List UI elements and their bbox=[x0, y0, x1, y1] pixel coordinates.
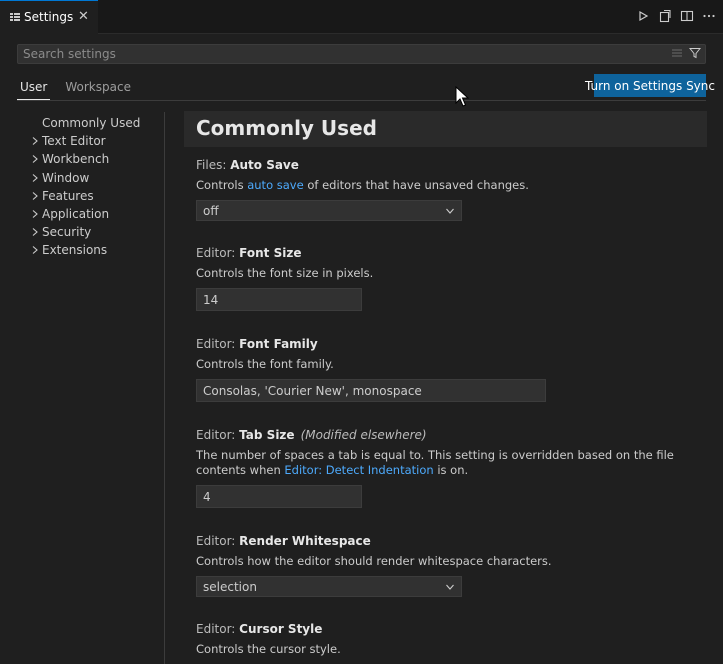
setting-category: Editor: bbox=[196, 428, 240, 442]
settings-tab[interactable]: Settings ✕ bbox=[0, 0, 98, 34]
more-actions-icon[interactable] bbox=[701, 8, 717, 24]
setting-editor-font-size: Editor: Font Size Controls the font size… bbox=[196, 246, 696, 311]
toc-item-features[interactable]: Features bbox=[28, 187, 158, 205]
section-header: Commonly Used bbox=[184, 111, 707, 147]
detect-indentation-link[interactable]: Editor: Detect Indentation bbox=[284, 463, 433, 477]
setting-files-auto-save: Files: Auto Save Controls auto save of e… bbox=[196, 158, 696, 221]
run-icon[interactable] bbox=[635, 8, 651, 24]
tab-workspace[interactable]: Workspace bbox=[62, 78, 134, 100]
select-value: selection bbox=[203, 580, 257, 594]
open-json-icon[interactable] bbox=[657, 8, 673, 24]
setting-description: Controls the cursor style. bbox=[196, 642, 341, 656]
settings-scope-tabs: User Workspace bbox=[17, 78, 134, 100]
toc-item-label: Commonly Used bbox=[42, 116, 141, 131]
editor-actions bbox=[635, 8, 717, 24]
clear-filter-icon[interactable] bbox=[671, 47, 683, 62]
split-editor-icon[interactable] bbox=[679, 8, 695, 24]
setting-editor-font-family: Editor: Font Family Controls the font fa… bbox=[196, 337, 696, 402]
render-whitespace-select[interactable]: selection bbox=[196, 576, 462, 597]
desc-text: of editors that have unsaved changes. bbox=[303, 178, 529, 192]
chevron-down-icon bbox=[446, 584, 454, 590]
settings-toc: Commonly Used Text Editor Workbench Wind… bbox=[28, 114, 158, 260]
setting-name: Font Family bbox=[239, 337, 318, 351]
setting-category: Editor: bbox=[196, 622, 240, 636]
setting-description: Controls auto save of editors that have … bbox=[196, 178, 696, 193]
toc-item-label: Workbench bbox=[42, 152, 110, 167]
setting-editor-tab-size: Editor: Tab Size (Modified elsewhere) The… bbox=[196, 428, 696, 508]
select-value: off bbox=[203, 204, 219, 218]
chevron-right-icon bbox=[32, 191, 38, 200]
setting-title: Editor: Font Size bbox=[196, 246, 696, 260]
setting-description: Controls the font size in pixels. bbox=[196, 266, 374, 280]
search-actions bbox=[671, 47, 702, 62]
chevron-right-icon bbox=[32, 246, 38, 255]
settings-file-icon bbox=[10, 12, 20, 22]
search-input[interactable] bbox=[23, 46, 663, 62]
section-title: Commonly Used bbox=[196, 116, 377, 140]
toc-item-extensions[interactable]: Extensions bbox=[28, 241, 158, 259]
setting-title: Editor: Font Family bbox=[196, 337, 696, 351]
chevron-right-icon bbox=[32, 155, 38, 164]
toc-item-workbench[interactable]: Workbench bbox=[28, 150, 158, 168]
setting-description: Controls the font family. bbox=[196, 357, 334, 371]
chevron-right-icon bbox=[32, 173, 38, 182]
desc-text: Controls bbox=[196, 178, 248, 192]
mouse-cursor-icon bbox=[455, 86, 469, 107]
chevron-right-icon bbox=[32, 137, 38, 146]
toc-item-label: Text Editor bbox=[42, 134, 106, 149]
chevron-down-icon bbox=[446, 208, 454, 214]
setting-title: Files: Auto Save bbox=[196, 158, 696, 172]
tab-user[interactable]: User bbox=[17, 78, 51, 100]
setting-name: Font Size bbox=[239, 246, 302, 260]
font-size-input[interactable] bbox=[196, 288, 362, 311]
modified-elsewhere-indicator[interactable]: (Modified elsewhere) bbox=[301, 428, 427, 442]
toc-divider bbox=[164, 112, 165, 664]
toc-item-window[interactable]: Window bbox=[28, 169, 158, 187]
chevron-right-icon bbox=[32, 210, 38, 218]
scope-divider bbox=[17, 100, 706, 101]
toc-item-label: Extensions bbox=[42, 243, 108, 258]
setting-name: Auto Save bbox=[230, 158, 299, 172]
auto-save-link[interactable]: auto save bbox=[247, 178, 303, 192]
filter-icon[interactable] bbox=[688, 47, 702, 62]
close-icon[interactable]: ✕ bbox=[78, 9, 89, 24]
setting-description: The number of spaces a tab is equal to. … bbox=[196, 448, 696, 478]
setting-name: Render Whitespace bbox=[239, 534, 371, 548]
setting-description: Controls how the editor should render wh… bbox=[196, 554, 552, 568]
auto-save-select[interactable]: off bbox=[196, 200, 462, 221]
tab-size-input[interactable] bbox=[196, 485, 362, 508]
toc-item-commonly-used[interactable]: Commonly Used bbox=[28, 114, 158, 132]
setting-editor-cursor-style: Editor: Cursor Style Controls the cursor… bbox=[196, 622, 696, 657]
toc-item-security[interactable]: Security bbox=[28, 223, 158, 241]
chevron-right-icon bbox=[32, 228, 38, 237]
toc-item-text-editor[interactable]: Text Editor bbox=[28, 132, 158, 150]
toc-item-label: Application bbox=[42, 207, 110, 222]
editor-tab-bar: Settings ✕ bbox=[0, 0, 723, 34]
setting-title: Editor: Cursor Style bbox=[196, 622, 696, 636]
setting-category: Files: bbox=[196, 158, 231, 172]
turn-on-settings-sync-button[interactable]: Turn on Settings Sync bbox=[585, 74, 715, 97]
setting-editor-render-whitespace: Editor: Render Whitespace Controls how t… bbox=[196, 534, 696, 597]
toc-item-label: Window bbox=[42, 170, 90, 185]
setting-name: Cursor Style bbox=[239, 622, 323, 636]
search-settings-box bbox=[17, 44, 706, 64]
settings-tab-label: Settings bbox=[24, 10, 74, 24]
setting-name: Tab Size bbox=[239, 428, 295, 442]
setting-category: Editor: bbox=[196, 337, 240, 351]
setting-category: Editor: bbox=[196, 246, 240, 260]
setting-title: Editor: Tab Size (Modified elsewhere) bbox=[196, 428, 696, 442]
toc-item-label: Security bbox=[42, 225, 92, 240]
settings-content: Commonly Used Files: Auto Save Controls … bbox=[184, 111, 707, 656]
toc-item-label: Features bbox=[42, 188, 94, 203]
setting-category: Editor: bbox=[196, 534, 240, 548]
toc-item-application[interactable]: Application bbox=[28, 205, 158, 223]
setting-title: Editor: Render Whitespace bbox=[196, 534, 696, 548]
font-family-input[interactable] bbox=[196, 379, 546, 402]
desc-text: is on. bbox=[433, 463, 469, 477]
